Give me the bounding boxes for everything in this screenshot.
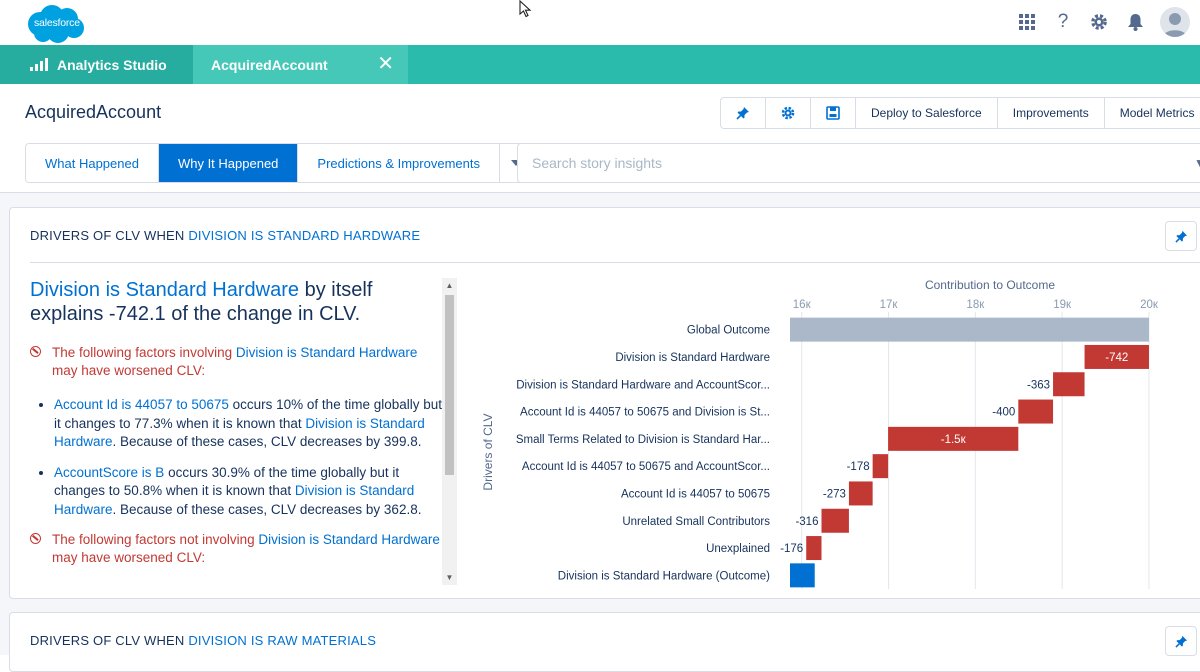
analytics-bars-icon xyxy=(30,58,48,71)
waterfall-bar xyxy=(790,563,815,588)
waterfall-bar xyxy=(872,454,889,479)
tab-predictions-improvements[interactable]: Predictions & Improvements xyxy=(298,144,500,182)
x-tick-label: 17к xyxy=(880,299,899,311)
model-metrics-button[interactable]: Model Metrics xyxy=(1105,98,1200,128)
x-tick-label: 16к xyxy=(793,299,812,311)
category-label: Global Outcome xyxy=(687,325,770,337)
chart-category-labels: Global Outcome Division is Standard Hardw… xyxy=(516,325,770,583)
pin-icon xyxy=(736,107,749,120)
category-label: Account Id is 44057 to 50675 and Divisio… xyxy=(520,407,770,419)
x-tick-label: 20к xyxy=(1140,299,1159,311)
user-avatar-icon xyxy=(1163,13,1187,37)
settings-button[interactable] xyxy=(766,98,811,128)
workspace-tab-bar: Analytics Studio AcquiredAccount ✕ xyxy=(0,45,1200,84)
pin-icon xyxy=(1174,635,1187,648)
chart-x-ticks: 16к 17к 18к 19к 20к xyxy=(793,299,1159,311)
waterfall-bar xyxy=(1018,399,1054,424)
insight-card-2: DRIVERS OF CLV WHEN DIVISION IS RAW MATE… xyxy=(9,612,1200,672)
category-label: Division is Standard Hardware and Accoun… xyxy=(516,379,770,391)
story-tabs: What Happened Why It Happened Prediction… xyxy=(25,143,533,183)
bar-data-label: -400 xyxy=(992,407,1015,419)
waterfall-bar xyxy=(1053,372,1085,397)
notifications-bell-icon[interactable] xyxy=(1124,11,1146,33)
category-label: Unrelated Small Contributors xyxy=(622,516,770,528)
global-header: salesforce ? xyxy=(0,0,1200,45)
chart-title: Contribution to Outcome xyxy=(925,278,1055,292)
search-input[interactable] xyxy=(518,144,1178,182)
category-label: Account Id is 44057 to 50675 and Account… xyxy=(522,461,770,473)
x-tick-label: 19к xyxy=(1053,299,1072,311)
pin-button[interactable] xyxy=(721,98,766,128)
bar-data-label: -178 xyxy=(847,461,870,473)
category-label: Division is Standard Hardware (Outcome) xyxy=(558,570,770,582)
category-label: Division is Standard Hardware xyxy=(615,352,770,364)
waterfall-chart: Contribution to Outcome Drivers of CLV 1… xyxy=(481,278,1159,589)
category-label: Unexplained xyxy=(706,543,770,555)
help-icon[interactable]: ? xyxy=(1052,11,1074,33)
tab-analytics-studio[interactable]: Analytics Studio xyxy=(0,45,193,84)
chart-bars xyxy=(790,317,1149,588)
category-label: Account Id is 44057 to 50675 xyxy=(621,488,770,500)
app-launcher-icon[interactable] xyxy=(1016,11,1038,33)
gear-icon xyxy=(781,106,795,120)
tab-why-it-happened[interactable]: Why It Happened xyxy=(158,144,299,182)
close-tab-icon[interactable]: ✕ xyxy=(377,54,394,74)
waterfall-bar xyxy=(821,508,849,533)
category-label: Small Terms Related to Division is Stand… xyxy=(516,434,770,446)
story-action-group: Deploy to Salesforce Improvements Model … xyxy=(720,97,1200,129)
tab-app-label: Analytics Studio xyxy=(57,56,167,73)
save-button[interactable] xyxy=(811,98,856,128)
bar-data-label: -1.5к xyxy=(941,434,967,446)
bar-data-label: -176 xyxy=(780,543,803,555)
card2-title: DRIVERS OF CLV WHEN DIVISION IS RAW MATE… xyxy=(30,633,376,648)
waterfall-bar xyxy=(848,481,873,506)
card2-title-highlight[interactable]: DIVISION IS RAW MATERIALS xyxy=(188,633,376,648)
mouse-cursor-icon xyxy=(519,0,532,18)
waterfall-bar xyxy=(790,317,1149,342)
tab-active-label: AcquiredAccount xyxy=(211,56,328,73)
user-avatar[interactable] xyxy=(1160,7,1190,37)
logo-text: salesforce xyxy=(34,17,80,29)
setup-gear-icon[interactable] xyxy=(1088,11,1110,33)
chart-y-axis-label: Drivers of CLV xyxy=(481,413,495,490)
salesforce-logo[interactable]: salesforce xyxy=(24,3,86,45)
save-icon xyxy=(826,106,840,120)
tab-what-happened[interactable]: What Happened xyxy=(26,144,159,182)
bar-data-label: -742 xyxy=(1105,352,1128,364)
bar-data-label: -316 xyxy=(795,516,818,528)
waterfall-bar xyxy=(806,536,822,561)
insight-card: DRIVERS OF CLV WHEN DIVISION IS STANDARD… xyxy=(9,207,1200,599)
tab-acquiredaccount[interactable]: AcquiredAccount ✕ xyxy=(193,45,408,84)
card2-pin-button[interactable] xyxy=(1165,626,1197,656)
bar-data-label: -363 xyxy=(1027,379,1050,391)
bar-data-label: -273 xyxy=(823,488,846,500)
improvements-button[interactable]: Improvements xyxy=(998,98,1105,128)
x-tick-label: 18к xyxy=(966,299,985,311)
deploy-to-salesforce-button[interactable]: Deploy to Salesforce xyxy=(856,98,998,128)
story-insights-search: ▼ xyxy=(517,143,1200,183)
card2-title-prefix: DRIVERS OF CLV WHEN xyxy=(30,633,189,648)
search-dropdown-icon[interactable]: ▼ xyxy=(1194,156,1200,170)
global-header-icons: ? xyxy=(1016,7,1190,37)
page-title: AcquiredAccount xyxy=(25,102,162,122)
